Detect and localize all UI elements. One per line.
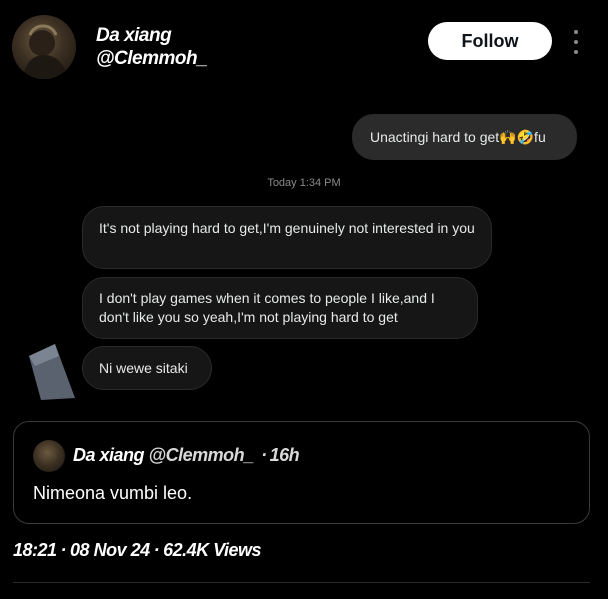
quoted-tweet-separator: · — [261, 445, 267, 465]
post-time: 18:21 — [13, 540, 57, 560]
quoted-tweet-card[interactable] — [13, 421, 590, 524]
post-views-count[interactable]: 62.4K — [163, 540, 209, 560]
post-date: 08 Nov 24 — [70, 540, 150, 560]
profile-avatar[interactable] — [12, 15, 76, 79]
incoming-message-bubble: Ni wewe sitaki — [82, 346, 212, 390]
incoming-message-bubble: I don't play games when it comes to peop… — [82, 277, 478, 339]
outgoing-message-bubble: Unactingi hard to get🙌🤣fu — [352, 114, 577, 160]
message-timestamp: Today 1:34 PM — [267, 177, 341, 189]
follow-button[interactable]: Follow — [428, 22, 552, 60]
quoted-tweet-age: 16h — [269, 445, 300, 465]
avatar-image — [22, 24, 68, 79]
quoted-tweet-display-name[interactable]: Da xiang — [73, 445, 145, 465]
divider — [13, 582, 590, 583]
profile-display-name[interactable]: Da xiang — [96, 25, 172, 47]
quoted-tweet-header: Da xiang @Clemmoh_ · 16h — [73, 445, 300, 466]
more-options-icon[interactable] — [571, 30, 581, 54]
incoming-message-text: Ni wewe sitaki — [99, 359, 188, 376]
incoming-message-text: It's not playing hard to get,I'm genuine… — [99, 220, 475, 236]
quoted-tweet-avatar[interactable] — [33, 440, 65, 472]
meta-separator: · — [153, 540, 160, 560]
sender-avatar-sticker — [25, 342, 77, 402]
post-views-label[interactable]: Views — [213, 540, 261, 560]
meta-separator: · — [60, 540, 67, 560]
quoted-tweet-handle[interactable]: @Clemmoh_ — [149, 445, 255, 465]
profile-handle[interactable]: @Clemmoh_ — [96, 48, 208, 70]
outgoing-message-text: Unactingi hard to get🙌🤣fu — [370, 128, 546, 145]
incoming-message-bubble: It's not playing hard to get,I'm genuine… — [82, 206, 492, 269]
quoted-tweet-text: Nimeona vumbi leo. — [33, 483, 193, 503]
incoming-message-text: I don't play games when it comes to peop… — [99, 290, 435, 325]
post-meta: 18:21 · 08 Nov 24 · 62.4K Views — [13, 540, 262, 561]
